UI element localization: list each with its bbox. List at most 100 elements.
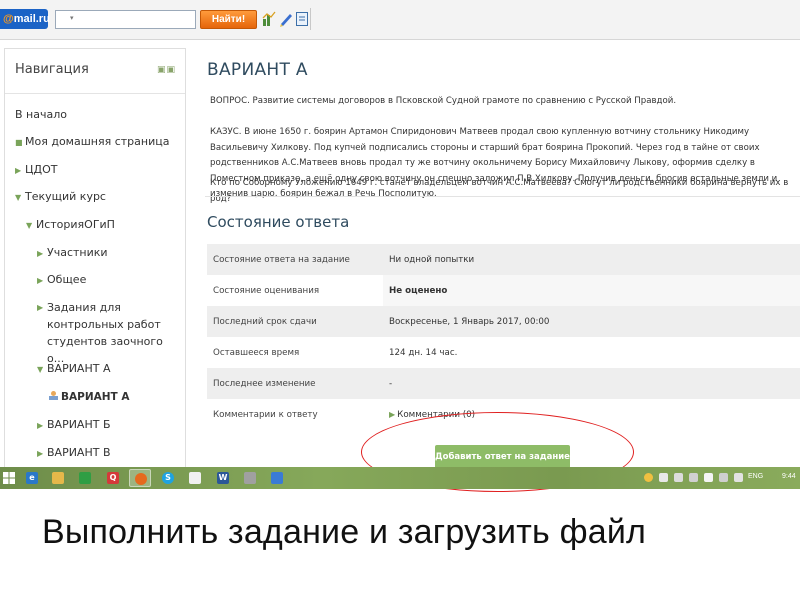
bullet-icon: ■ [15, 138, 23, 147]
skype-icon: S [162, 472, 174, 484]
row-label: Оставшееся время [213, 347, 300, 358]
submission-status-heading: Состояние ответа [207, 213, 350, 231]
table-row: Оставшееся время 124 дн. 14 час. [207, 337, 800, 368]
nav-item-assignments[interactable]: ▶ Задания для контрольных работ студентов… [37, 299, 177, 367]
logo-text: mail.ru [13, 13, 50, 25]
expand-arrow-icon: ▶ [15, 166, 22, 175]
nav-item-variant-a-current[interactable]: ВАРИАНТ А [48, 390, 129, 403]
taskbar-app-q-icon[interactable]: Q [102, 469, 124, 487]
search-dropdown-icon[interactable]: ▾ [70, 14, 74, 22]
comments-link[interactable]: ▶ Комментарии (0) [383, 399, 800, 430]
tray-network-icon[interactable] [689, 473, 698, 482]
firefox-icon [135, 473, 147, 485]
nav-item-label: ВАРИАНТ А [61, 391, 130, 403]
tray-flag-icon[interactable] [734, 473, 743, 482]
add-submission-button[interactable]: Добавить ответ на задание [435, 445, 570, 467]
tray-language[interactable]: ENG [748, 473, 763, 480]
nav-item-label: Общее [47, 273, 87, 286]
collapse-arrow-icon: ▼ [37, 365, 44, 374]
taskbar-explorer-icon[interactable] [47, 469, 69, 487]
nav-item-course[interactable]: ▼ ИсторияОГиП [26, 218, 115, 231]
mail-ru-logo[interactable]: @mail.ru [0, 9, 50, 29]
navigation-block: Навигация ▣▣ В начало ■ Моя домашняя стра… [4, 48, 186, 467]
row-value: 124 дн. 14 час. [389, 347, 458, 358]
pen-icon[interactable] [279, 11, 293, 27]
taskbar-powerpoint-icon[interactable] [266, 469, 288, 487]
expand-arrow-icon: ▶ [37, 449, 44, 458]
question-text: ВОПРОС. Развитие системы договоров в Пск… [210, 96, 677, 106]
nav-item-label: Моя домашняя страница [25, 135, 170, 148]
comments-link-label: Комментарии (0) [397, 409, 476, 420]
nav-item-label: ВАРИАНТ В [47, 446, 111, 459]
taskbar-ie-icon[interactable]: e [21, 469, 43, 487]
presentation-icon [271, 472, 283, 484]
nav-item-variant-b[interactable]: ▶ ВАРИАНТ Б [37, 418, 111, 431]
tray-signal-icon[interactable] [719, 473, 728, 482]
table-row: Состояние оценивания Не оценено [207, 275, 800, 306]
row-label: Последний срок сдачи [207, 306, 383, 337]
row-label: Состояние оценивания [213, 285, 320, 296]
taskbar-skype-icon[interactable]: S [157, 469, 179, 487]
nav-item-label: ИсторияОГиП [36, 218, 115, 231]
expand-arrow-icon: ▶ [37, 276, 44, 285]
nav-item-label: Текущий курс [25, 190, 106, 203]
pdf-icon [189, 472, 201, 484]
taskbar-word-icon[interactable]: W [212, 469, 234, 487]
row-label: Последнее изменение [207, 368, 383, 399]
tray-clock-icon[interactable] [644, 473, 653, 482]
search-input[interactable] [56, 15, 195, 32]
table-row: Последний срок сдачи Воскресенье, 1 Янва… [207, 306, 800, 337]
nav-item-label: ЦДОТ [25, 163, 58, 176]
nav-item-label: Участники [47, 246, 108, 259]
q-app-icon: Q [107, 472, 119, 484]
tray-speaker-icon[interactable] [674, 473, 683, 482]
nav-item-current-course[interactable]: ▼ Текущий курс [15, 190, 106, 203]
windows-taskbar: e Q S W ENG 9:44 [0, 467, 800, 489]
expand-arrow-icon: ▶ [37, 421, 44, 430]
row-value: Воскресенье, 1 Январь 2017, 00:00 [383, 306, 800, 337]
toolbar-divider [310, 8, 311, 30]
tray-monitor-icon[interactable] [659, 473, 668, 482]
row-label: Комментарии к ответу [213, 409, 318, 420]
nav-item-variant-a-folder[interactable]: ▼ ВАРИАНТ А [37, 362, 110, 375]
page-title: ВАРИАНТ А [207, 60, 308, 80]
settings-app-icon [244, 472, 256, 484]
tray-clock[interactable]: 9:44 [782, 473, 796, 480]
assignment-icon [49, 391, 58, 400]
nav-item-home[interactable]: В начало [15, 108, 67, 121]
spreadsheet-icon [79, 472, 91, 484]
nav-item-general[interactable]: ▶ Общее [37, 273, 86, 286]
slide-caption: Выполнить задание и загрузить файл [42, 513, 647, 551]
taskbar-firefox-icon[interactable] [129, 469, 151, 487]
nav-item-variant-v[interactable]: ▶ ВАРИАНТ В [37, 446, 111, 459]
taskbar-app-grey-icon[interactable] [239, 469, 261, 487]
taskbar-pdf-icon[interactable] [184, 469, 206, 487]
collapse-arrow-icon: ▼ [15, 193, 22, 202]
nav-item-label: В начало [15, 108, 67, 121]
page-icon[interactable] [295, 11, 309, 27]
find-button[interactable]: Найти! [200, 10, 257, 29]
nav-item-cdot[interactable]: ▶ ЦДОТ [15, 163, 58, 176]
row-value: Не оценено [383, 275, 800, 306]
logo-at-sign: @ [3, 13, 14, 25]
table-row: Состояние ответа на задание Ни одной поп… [207, 244, 800, 275]
taskbar-app-green-icon[interactable] [74, 469, 96, 487]
nav-item-participants[interactable]: ▶ Участники [37, 246, 108, 259]
dock-block-icon[interactable]: ▣▣ [157, 65, 176, 75]
nav-item-my-home[interactable]: ■ Моя домашняя страница [15, 135, 169, 148]
section-divider [205, 196, 800, 197]
internet-explorer-icon: e [26, 472, 38, 484]
nav-item-label: Задания для контрольных работ студентов … [47, 301, 163, 365]
expand-arrow-icon: ▶ [37, 303, 44, 312]
windows-start-icon[interactable] [3, 472, 15, 484]
table-row: Последнее изменение - [207, 368, 800, 399]
collapse-arrow-icon: ▼ [26, 221, 33, 230]
search-box[interactable]: ▾ [55, 10, 196, 32]
tray-battery-icon[interactable] [704, 473, 713, 482]
submission-status-table: Состояние ответа на задание Ни одной поп… [207, 244, 800, 430]
web-page: Навигация ▣▣ В начало ■ Моя домашняя стра… [0, 40, 800, 467]
row-value: Ни одной попытки [383, 244, 800, 275]
folder-icon [52, 472, 64, 484]
nav-item-label: ВАРИАНТ А [47, 362, 111, 375]
chart-icon[interactable] [262, 11, 276, 27]
